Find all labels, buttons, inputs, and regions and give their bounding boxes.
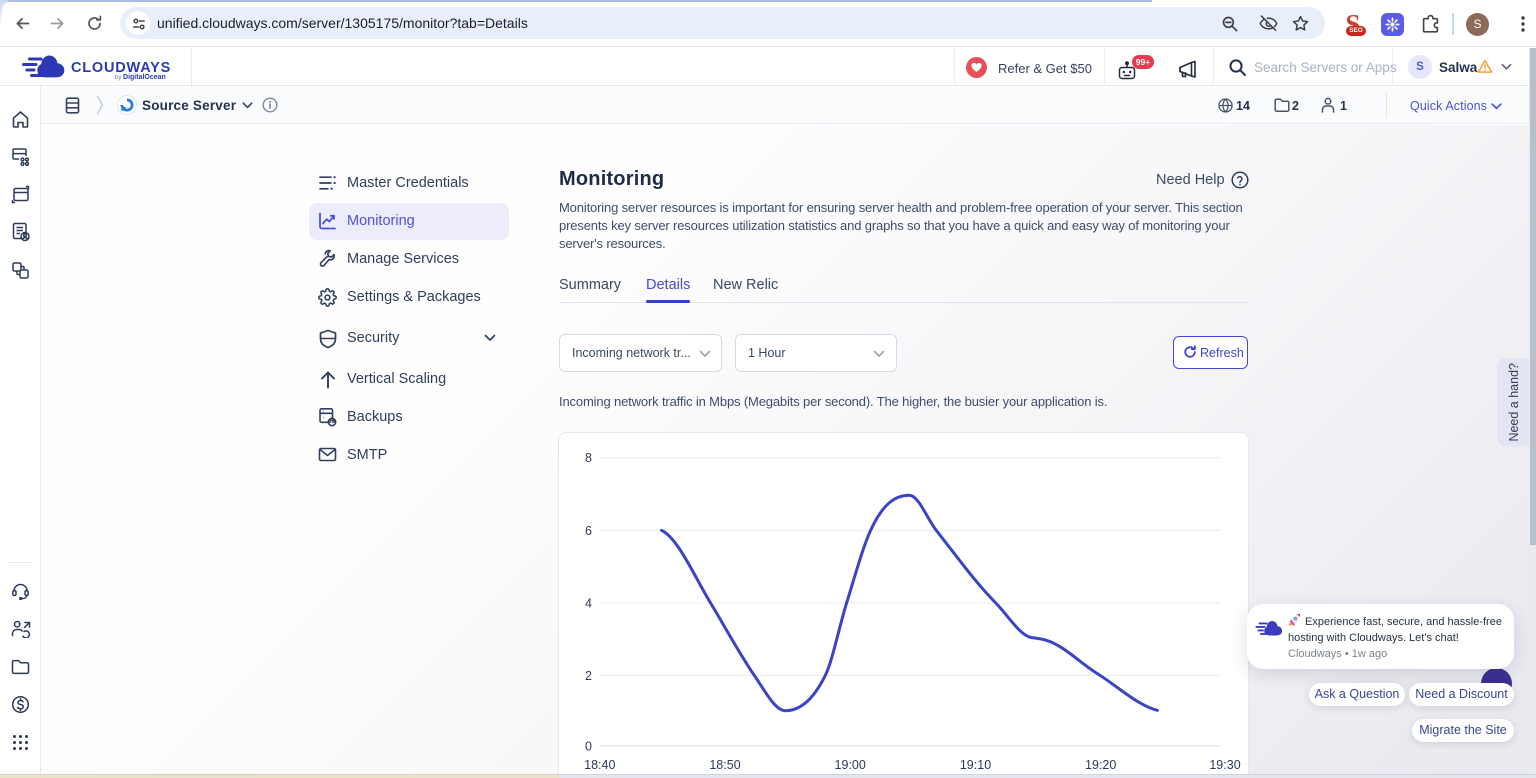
svg-text:2: 2 xyxy=(585,669,592,683)
svg-text:19:20: 19:20 xyxy=(1085,758,1116,772)
svg-text:18:40: 18:40 xyxy=(584,758,615,772)
svg-text:0: 0 xyxy=(585,740,592,754)
svg-text:4: 4 xyxy=(585,597,592,611)
svg-text:19:00: 19:00 xyxy=(835,758,866,772)
svg-text:8: 8 xyxy=(585,451,592,465)
svg-text:18:50: 18:50 xyxy=(709,758,740,772)
svg-text:19:10: 19:10 xyxy=(960,758,991,772)
svg-text:19:30: 19:30 xyxy=(1209,758,1240,772)
svg-text:6: 6 xyxy=(585,524,592,538)
